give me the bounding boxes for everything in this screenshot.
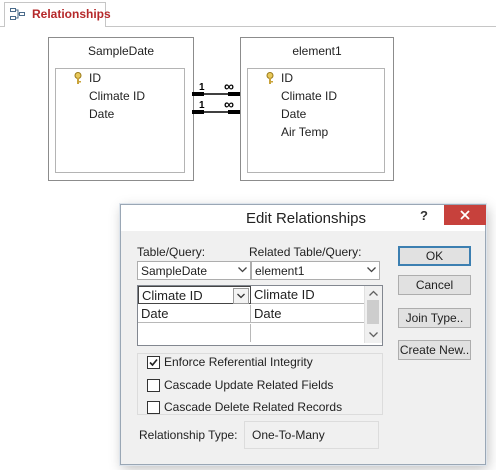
cell-dropdown-button[interactable]	[233, 288, 249, 304]
integrity-options-group: Enforce Referential Integrity Cascade Up…	[137, 353, 383, 415]
one-side-label: 1	[199, 100, 205, 111]
chevron-down-icon	[238, 267, 247, 273]
cascade-update-checkbox[interactable]	[147, 379, 160, 392]
cascade-update-label[interactable]: Cascade Update Related Fields	[164, 378, 333, 392]
cascade-delete-label[interactable]: Cascade Delete Related Records	[164, 400, 342, 414]
related-table-query-label: Related Table/Query:	[249, 245, 362, 259]
many-side-label: ∞	[224, 78, 234, 94]
document-tab-strip: Relationships	[0, 0, 496, 27]
enforce-integrity-label[interactable]: Enforce Referential Integrity	[164, 355, 313, 369]
scroll-up-icon[interactable]	[369, 290, 378, 296]
relationship-type-box: One-To-Many	[244, 421, 379, 449]
relationships-icon	[10, 8, 26, 21]
close-icon	[460, 210, 470, 220]
grid-cell-left[interactable]: Climate ID	[138, 286, 251, 304]
relationship-type-value: One-To-Many	[252, 428, 325, 442]
table-query-label: Table/Query:	[137, 245, 206, 259]
many-side-label: ∞	[224, 96, 234, 112]
related-table-query-select[interactable]: element1	[251, 261, 380, 280]
relationship-type-label: Relationship Type:	[139, 428, 238, 442]
grid-cell-left[interactable]: Date	[138, 305, 251, 323]
edit-relationships-dialog[interactable]: Edit Relationships ? Table/Query: Relate…	[120, 204, 486, 465]
cancel-button[interactable]: Cancel	[398, 275, 471, 295]
tab-label: Relationships	[32, 7, 111, 21]
table-query-value: SampleDate	[141, 264, 208, 278]
join-type-button[interactable]: Join Type..	[398, 308, 471, 328]
chevron-down-icon	[237, 293, 245, 299]
dialog-title-bar[interactable]: Edit Relationships ?	[121, 205, 486, 231]
related-table-query-value: element1	[255, 264, 305, 278]
relationship-lines: 1 ∞ 1 ∞	[192, 78, 240, 114]
tab-relationships[interactable]: Relationships	[4, 2, 111, 27]
help-button[interactable]: ?	[413, 205, 435, 227]
grid-cell-left[interactable]	[138, 324, 251, 342]
grid-cell-right[interactable]: Date	[251, 305, 364, 323]
table-query-select[interactable]: SampleDate	[137, 261, 251, 280]
checkmark-icon	[149, 358, 158, 367]
create-new-button[interactable]: Create New..	[398, 340, 471, 360]
field-mapping-grid[interactable]: Climate ID Climate ID Date Date	[137, 285, 383, 346]
close-button[interactable]	[444, 205, 486, 225]
enforce-integrity-checkbox[interactable]	[147, 356, 160, 369]
ok-button[interactable]: OK	[398, 246, 471, 266]
one-side-label: 1	[199, 82, 205, 93]
cascade-delete-checkbox[interactable]	[147, 401, 160, 414]
grid-scrollbar[interactable]	[364, 286, 382, 343]
scroll-down-icon[interactable]	[369, 332, 378, 338]
grid-cell-text: Climate ID	[142, 288, 203, 303]
grid-cell-right[interactable]: Climate ID	[251, 286, 364, 304]
chevron-down-icon	[367, 267, 376, 273]
scrollbar-thumb[interactable]	[367, 300, 379, 324]
dialog-title: Edit Relationships	[245, 210, 367, 227]
grid-cell-right[interactable]	[251, 324, 364, 342]
